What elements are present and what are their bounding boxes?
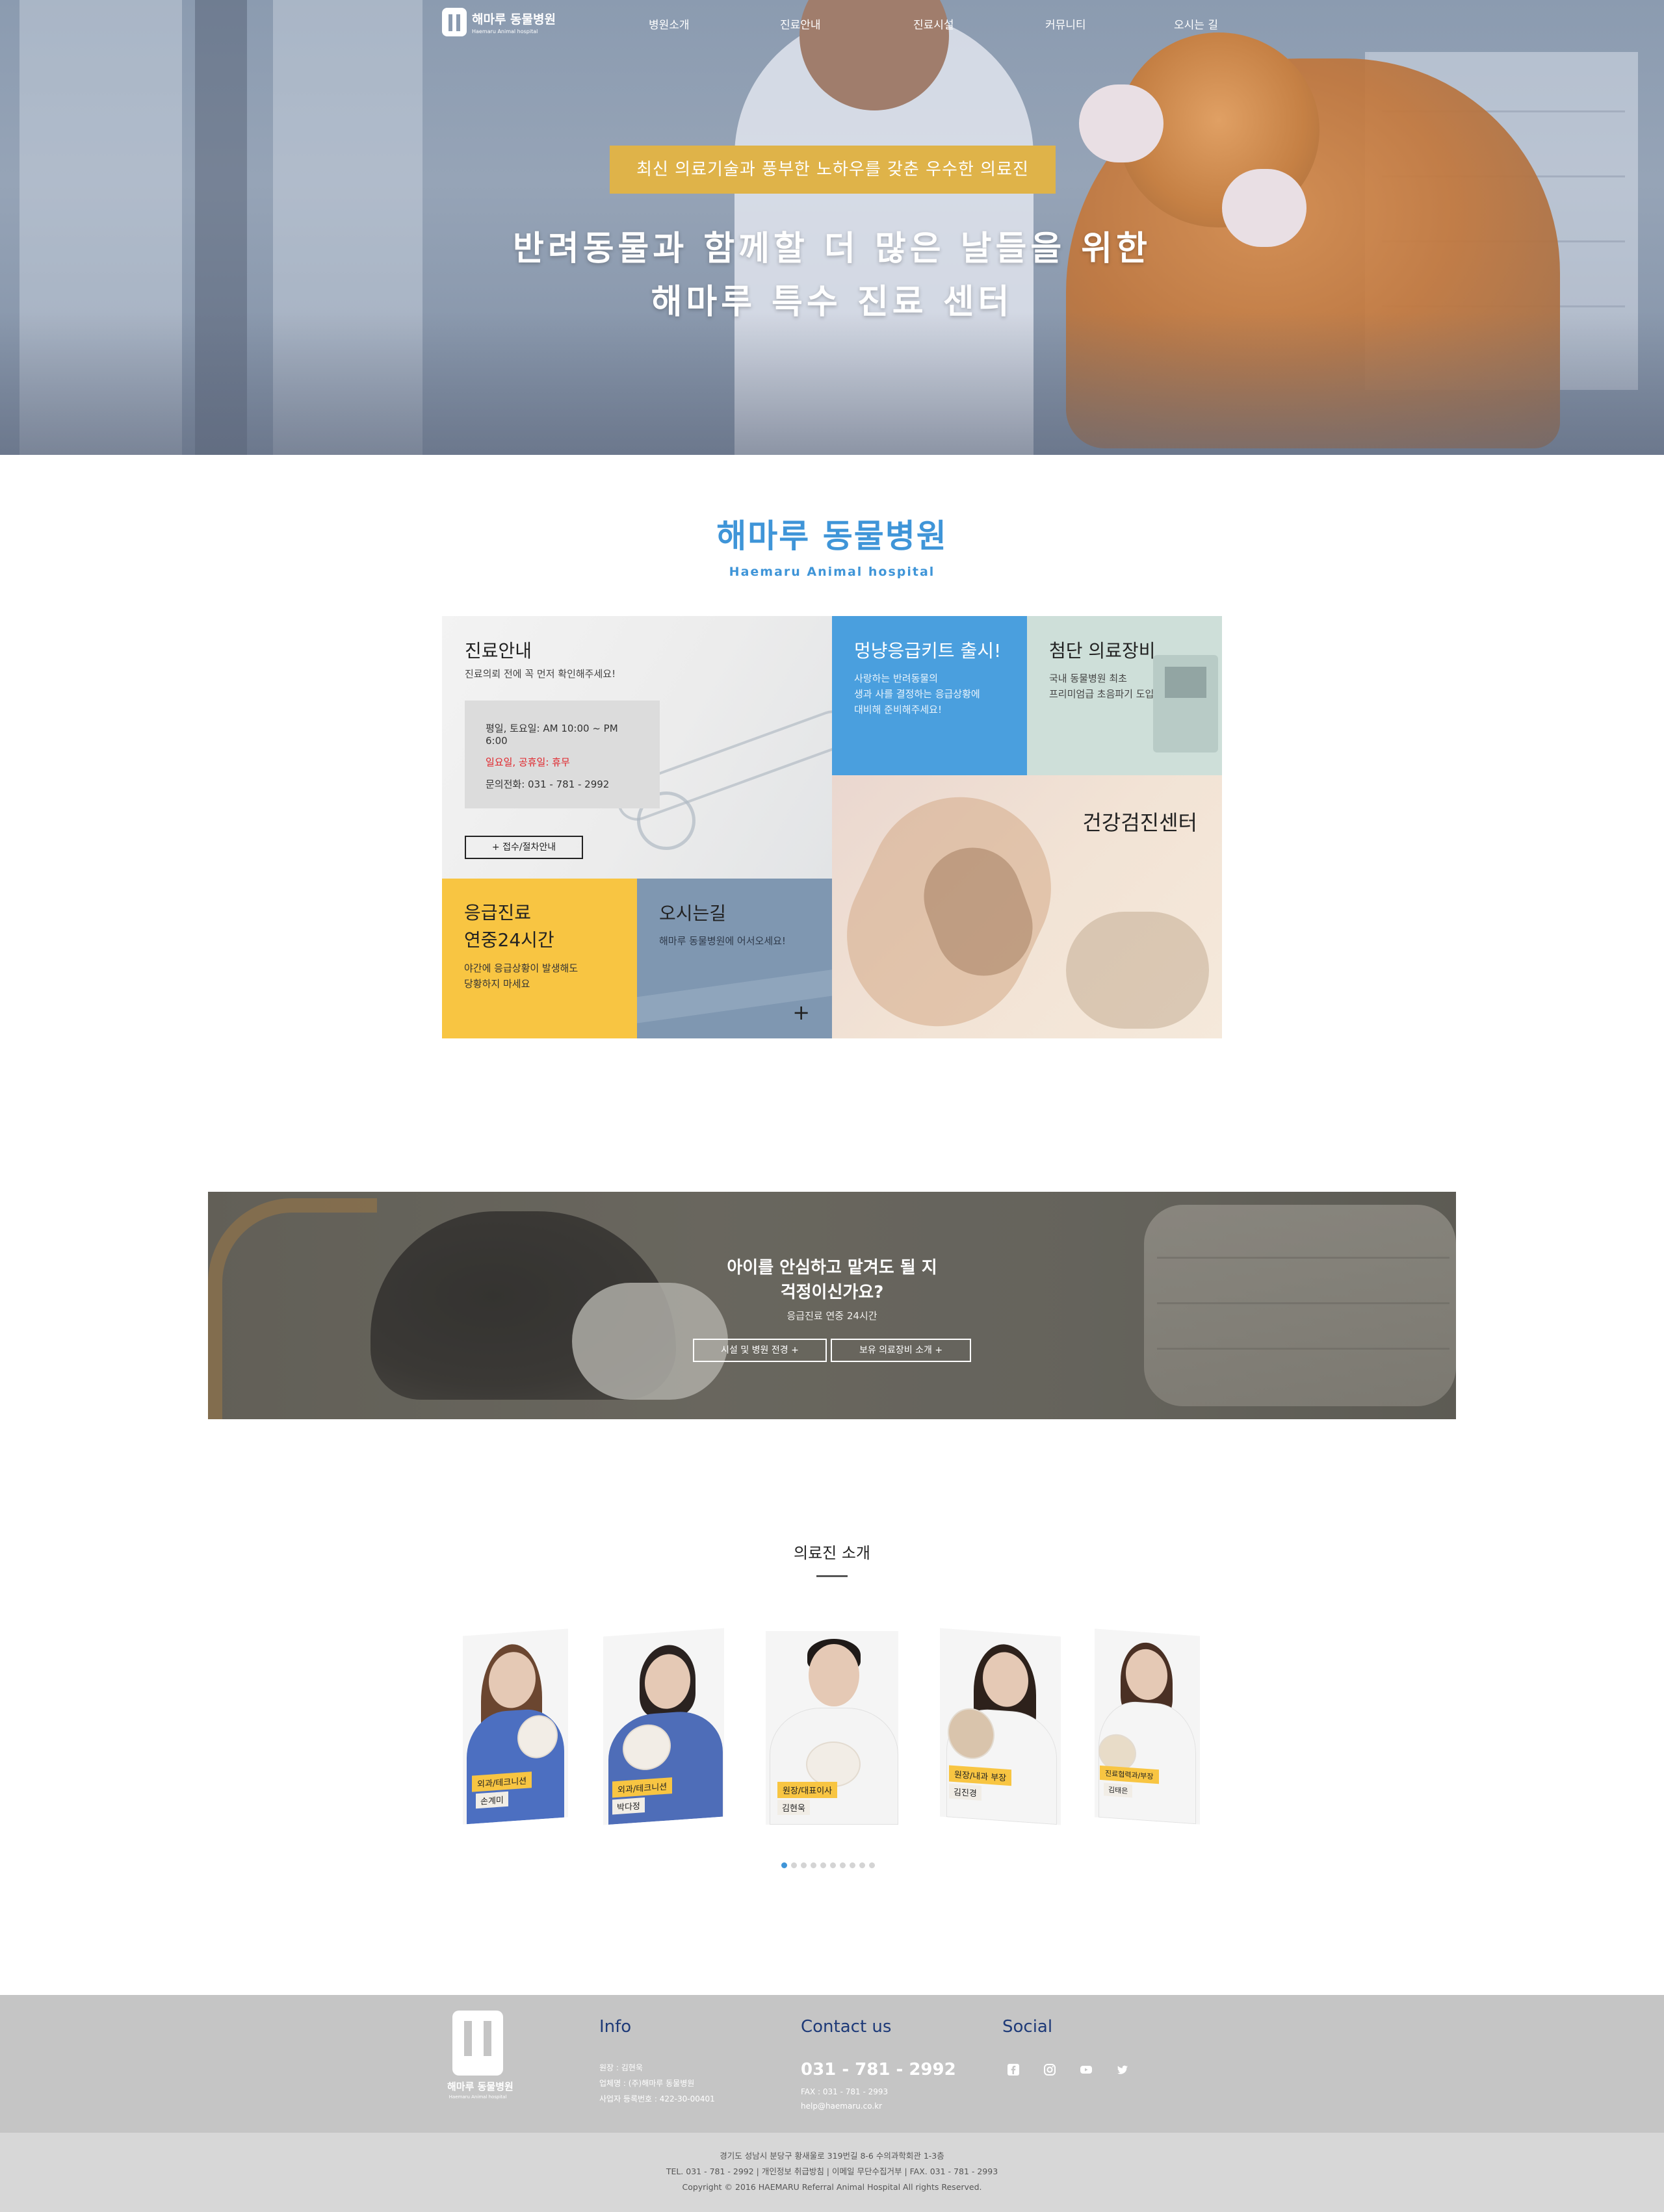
- nav-item-guide[interactable]: 진료안내: [780, 16, 821, 32]
- facebook-icon[interactable]: [1004, 2060, 1023, 2079]
- staff-name: 손계미: [476, 1791, 508, 1809]
- tile-clinic-guide: 진료안내 진료의뢰 전에 꼭 먼저 확인해주세요! 평일, 토요일: AM 10…: [442, 616, 832, 879]
- staff-name: 김현욱: [777, 1800, 810, 1815]
- footer-info-title: Info: [599, 2017, 632, 2037]
- staff-name: 김진경: [949, 1783, 982, 1801]
- footer-phone[interactable]: 031 - 781 - 2992: [801, 2060, 956, 2079]
- tile-subtitle: 진료의뢰 전에 꼭 먼저 확인해주세요!: [465, 668, 616, 680]
- staff-card[interactable]: 외과/테크니션 박다정: [603, 1628, 724, 1825]
- carousel-dot[interactable]: [820, 1862, 826, 1868]
- tile-desc: 해마루 동물병원에 어서오세요!: [659, 935, 786, 947]
- site-logo[interactable]: 해마루 동물병원 Haemaru Animal hospital: [442, 8, 556, 36]
- nav-item-facilities[interactable]: 진료시설: [913, 16, 954, 32]
- brand-name-en: Haemaru Animal hospital: [729, 565, 935, 579]
- hero-title-line2: 해마루 특수 진료 센터: [651, 283, 1013, 322]
- equipment-intro-button[interactable]: 보유 의료장비 소개 +: [831, 1339, 971, 1362]
- hours-weekday: 평일, 토요일: AM 10:00 ~ PM 6:00: [486, 723, 618, 747]
- footer-info-line: 사업자 등록번호 : 422-30-00401: [599, 2094, 715, 2103]
- tile-title: 오시는길: [659, 903, 727, 924]
- carousel-dot[interactable]: [869, 1862, 875, 1868]
- footer-info-line: 원장 : 김현욱: [599, 2063, 643, 2072]
- brand-heading: 해마루 동물병원 Haemaru Animal hospital: [0, 510, 1664, 579]
- title-divider: [816, 1575, 848, 1577]
- tile-emergency-kit[interactable]: 멍냥응급키트 출시! 사랑하는 반려동물의 생과 사를 결정하는 응급상황에 대…: [832, 616, 1027, 775]
- hours-box: 평일, 토요일: AM 10:00 ~ PM 6:00 일요일, 공휴일: 휴무…: [465, 701, 660, 808]
- tile-title: 응급진료 연중24시간: [464, 902, 554, 951]
- carousel-pagination: [781, 1862, 875, 1868]
- footer-info-line: 업체명 : (주)해마루 동물병원: [599, 2079, 695, 2088]
- hours-phone: 문의전화: 031 - 781 - 2992: [486, 778, 610, 790]
- reassurance-banner: 아이를 안심하고 맡겨도 될 지 걱정이신가요? 응급진료 연중 24시간 시설…: [208, 1192, 1456, 1419]
- footer-copyright: Copyright © 2016 HAEMARU Referral Animal…: [682, 2182, 982, 2192]
- hero-floor: [0, 312, 1664, 455]
- logo-h-icon: [452, 2011, 503, 2076]
- footer-tel-line: TEL. 031 - 781 - 2992 | 개인정보 취급방침 | 이메일 …: [666, 2167, 998, 2176]
- twitter-icon[interactable]: [1113, 2060, 1132, 2079]
- nav-item-community[interactable]: 커뮤니티: [1045, 16, 1086, 32]
- staff-section-title: 의료진 소개: [793, 1544, 871, 1562]
- footer-contact: FAX : 031 - 781 - 2993 help@haemaru.co.k…: [801, 2085, 888, 2113]
- ultrasound-graphic: [1153, 655, 1218, 752]
- tile-title: 건강검진센터: [1082, 810, 1197, 835]
- staff-name: 김태은: [1104, 1782, 1133, 1798]
- footer-social-title: Social: [1002, 2017, 1053, 2037]
- banner-line2: 걱정이신가요?: [780, 1283, 884, 1302]
- carousel-dot[interactable]: [850, 1862, 855, 1868]
- facility-tour-button[interactable]: 시설 및 병원 전경 +: [693, 1339, 827, 1362]
- staff-card[interactable]: 원장/대표이사 김현욱: [766, 1631, 898, 1825]
- carousel-dot[interactable]: [859, 1862, 865, 1868]
- hero-badge: 최신 의료기술과 풍부한 노하우를 갖춘 우수한 의료진: [610, 146, 1056, 194]
- hours-holiday: 일요일, 공휴일: 휴무: [486, 756, 570, 768]
- footer-legal: 경기도 성남시 분당구 황새울로 319번길 8-6 수의과학회관 1-3층 T…: [0, 2148, 1664, 2195]
- staff-card[interactable]: 진료협력과/부장 김태은: [1095, 1628, 1200, 1825]
- carousel-dot[interactable]: [830, 1862, 836, 1868]
- service-grid: 진료안내 진료의뢰 전에 꼭 먼저 확인해주세요! 평일, 토요일: AM 10…: [442, 616, 1222, 1038]
- tile-desc: 사랑하는 반려동물의 생과 사를 결정하는 응급상황에 대비해 준비해주세요!: [854, 673, 980, 715]
- footer-address: 경기도 성남시 분당구 황새울로 319번길 8-6 수의과학회관 1-3층: [720, 2151, 944, 2161]
- hero-section: 해마루 동물병원 Haemaru Animal hospital 병원소개 진료…: [0, 0, 1664, 455]
- staff-name: 박다정: [612, 1797, 645, 1815]
- footer-logo-ko: 해마루 동물병원: [447, 2081, 514, 2092]
- tile-title: 진료안내: [465, 640, 532, 662]
- carousel-dot[interactable]: [811, 1862, 816, 1868]
- nav-item-about[interactable]: 병원소개: [649, 16, 690, 32]
- brand-name-ko: 해마루 동물병원: [716, 517, 948, 555]
- carousel-dot[interactable]: [791, 1862, 797, 1868]
- plus-icon[interactable]: +: [792, 1002, 810, 1023]
- tile-equipment[interactable]: 첨단 의료장비 국내 동물병원 최초 프리미엄급 초음파기 도입: [1027, 616, 1222, 775]
- banner-sub: 응급진료 연중 24시간: [786, 1310, 878, 1322]
- logo-name-en: Haemaru Animal hospital: [472, 29, 538, 34]
- footer-logo[interactable]: 해마루 동물병원 Haemaru Animal hospital: [447, 2011, 514, 2100]
- footer-info: 원장 : 김현욱 업체명 : (주)해마루 동물병원 사업자 등록번호 : 42…: [599, 2060, 715, 2107]
- staff-card[interactable]: 외과/테크니션 손계미: [463, 1628, 568, 1825]
- tile-health-center[interactable]: 건강검진센터: [832, 775, 1222, 1038]
- logo-name-ko: 해마루 동물병원: [472, 12, 556, 27]
- youtube-icon[interactable]: [1076, 2060, 1096, 2079]
- tile-title: 멍냥응급키트 출시!: [854, 640, 1002, 662]
- footer-email[interactable]: help@haemaru.co.kr: [801, 2099, 888, 2113]
- banner-line1: 아이를 안심하고 맡겨도 될 지: [727, 1258, 937, 1278]
- carousel-dot[interactable]: [840, 1862, 846, 1868]
- staff-card[interactable]: 원장/내과 부장 김진경: [940, 1628, 1061, 1825]
- tile-emergency[interactable]: 응급진료 연중24시간 야간에 응급상황이 발생해도 당황하지 마세요: [442, 879, 637, 1038]
- carousel-dot[interactable]: [781, 1862, 787, 1868]
- procedure-button[interactable]: + 접수/절차안내: [465, 836, 583, 859]
- hero-glove: [1079, 84, 1164, 162]
- tile-directions[interactable]: 오시는길 해마루 동물병원에 어서오세요! +: [637, 879, 832, 1038]
- banner-overlay: [208, 1192, 1456, 1419]
- hero-title-line1: 반려동물과 함께할 더 많은 날들을 위한: [513, 229, 1151, 268]
- staff-role: 원장/대표이사: [777, 1782, 838, 1798]
- top-nav: 해마루 동물병원 Haemaru Animal hospital 병원소개 진료…: [0, 0, 1664, 47]
- carousel-dot[interactable]: [801, 1862, 807, 1868]
- tile-desc: 야간에 응급상황이 발생해도 당황하지 마세요: [464, 962, 578, 990]
- footer-logo-en: Haemaru Animal hospital: [448, 2094, 507, 2100]
- nav-item-directions[interactable]: 오시는 길: [1174, 16, 1218, 32]
- footer-contact-title: Contact us: [801, 2017, 892, 2037]
- footer-fax: FAX : 031 - 781 - 2993: [801, 2087, 889, 2096]
- cat-graphic: [1066, 912, 1209, 1029]
- instagram-icon[interactable]: [1040, 2060, 1060, 2079]
- social-links: [1004, 2060, 1132, 2079]
- logo-h-icon: [442, 8, 467, 36]
